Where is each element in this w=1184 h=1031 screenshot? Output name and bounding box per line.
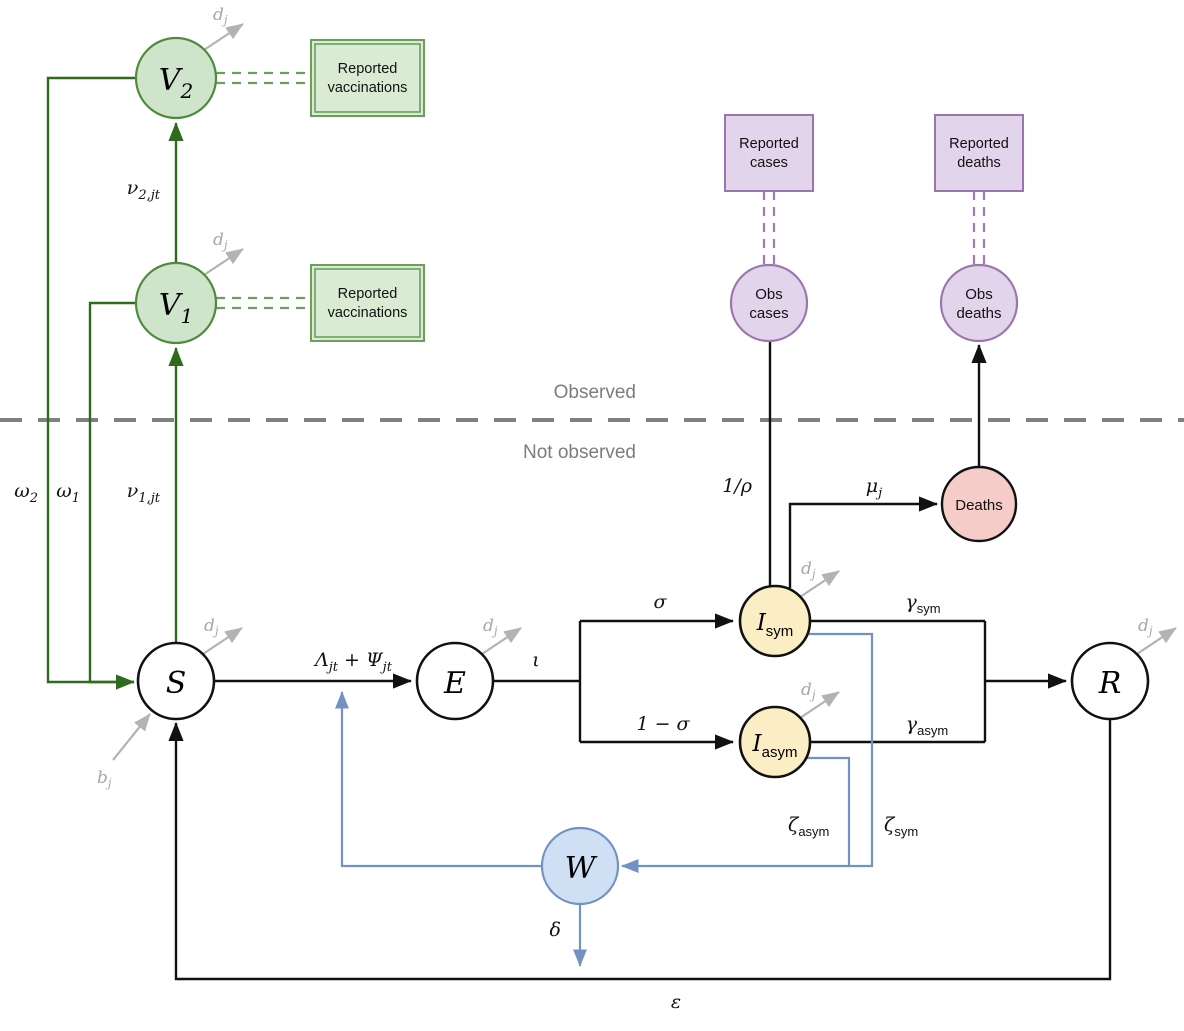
reported-deaths-box: Reported deaths [934,114,1024,192]
not-observed-label: Not observed [523,442,636,463]
node-obs-cases[interactable]: Obs cases [729,263,809,343]
node-deaths[interactable]: Deaths [940,465,1018,543]
box-outer-rect [310,264,425,342]
reported-cases-box: Reported cases [724,114,814,192]
label-epsilon: ε [671,991,681,1013]
case-death-observation-links [762,191,986,266]
label-omega2: ω2 [14,480,38,506]
edge-r-to-s-epsilon [168,719,1112,981]
node-label: E [443,666,466,701]
node-s[interactable]: S [136,641,216,721]
label-mu-j: μj [866,475,882,501]
vaccination-edges [46,76,184,690]
box-line1: Reported [739,136,799,152]
box-outer-rect [934,114,1024,192]
node-label: Deaths [955,497,1003,514]
box-outer-rect [310,39,425,117]
node-obs-deaths[interactable]: Obs deaths [939,263,1019,343]
label-dj-s: dj [204,616,219,638]
observed-divider-group: Observed Not observed [0,382,1184,463]
label-iota: ι [532,649,539,671]
box-outer-rect [724,114,814,192]
box-line1: Reported [338,286,398,302]
node-i-sym[interactable]: Isym [738,584,812,658]
label-sigma: σ [654,591,668,613]
box-line2: deaths [957,155,1001,171]
box-line1: Reported [338,61,398,77]
label-nu2: ν2,jt [127,177,161,203]
node-circle[interactable] [738,584,812,658]
label-one-over-rho: 1/ρ [722,475,752,497]
label-dj-v2: dj [213,5,228,27]
node-w[interactable]: W [540,826,620,906]
node-label: S [166,666,187,701]
reported-vaccinations-v2-box: Reported vaccinations [310,39,425,117]
compartmental-model-diagram: Observed Not observed Reported vaccinati… [0,5,1184,1013]
box-line2: vaccinations [328,80,408,96]
node-r[interactable]: R [1070,641,1150,721]
edge-w-to-infection-flow [334,691,542,868]
node-e[interactable]: E [415,641,495,721]
node-label: R [1098,666,1122,701]
vaccination-observation-links [216,71,311,310]
label-dj-e: dj [483,616,498,638]
node-v2[interactable]: V2 [134,36,218,120]
reported-vaccinations-v1-box: Reported vaccinations [310,264,425,342]
node-label-line2: cases [749,305,788,322]
box-line2: cases [750,155,788,171]
label-one-minus-sigma: 1 − σ [636,713,690,735]
arrow-dj-out-v2 [203,23,244,51]
label-lambda-psi: Λjt + Ψjt [313,649,393,675]
box-line2: vaccinations [328,305,408,321]
label-gamma-sym: γsym [905,591,940,616]
label-delta: δ [550,919,561,941]
label-bj-s: bj [97,768,112,790]
node-circle[interactable] [939,263,1019,343]
label-zeta-sym: ζsym [884,814,918,839]
node-label-line1: Obs [755,286,783,303]
label-dj-v1: dj [213,230,228,252]
label-zeta-asym: ζasym [788,814,829,839]
arrow-dj-out-v1 [203,248,244,276]
node-circle[interactable] [729,263,809,343]
node-i-asym[interactable]: Iasym [738,705,812,779]
label-gamma-asym: γasym [906,713,948,738]
observed-label: Observed [554,382,636,403]
edge-v2-to-s-waning [46,76,136,690]
node-label-line1: Obs [965,286,993,303]
label-nu1: ν1,jt [127,480,161,506]
report-boxes: Reported vaccinations Reported vaccinati… [310,39,1024,342]
edge-iasym-to-w-zeta-asym [806,756,851,866]
node-v1[interactable]: V1 [134,261,218,345]
label-dj-isym: dj [801,559,816,581]
label-omega1: ω1 [56,480,80,506]
node-label-line2: deaths [956,305,1001,322]
label-dj-r: dj [1138,616,1153,638]
label-dj-iasym: dj [801,680,816,702]
node-label: W [565,851,598,886]
box-line1: Reported [949,136,1009,152]
node-circle[interactable] [738,705,812,779]
arrow-bj-in-s [112,713,151,761]
